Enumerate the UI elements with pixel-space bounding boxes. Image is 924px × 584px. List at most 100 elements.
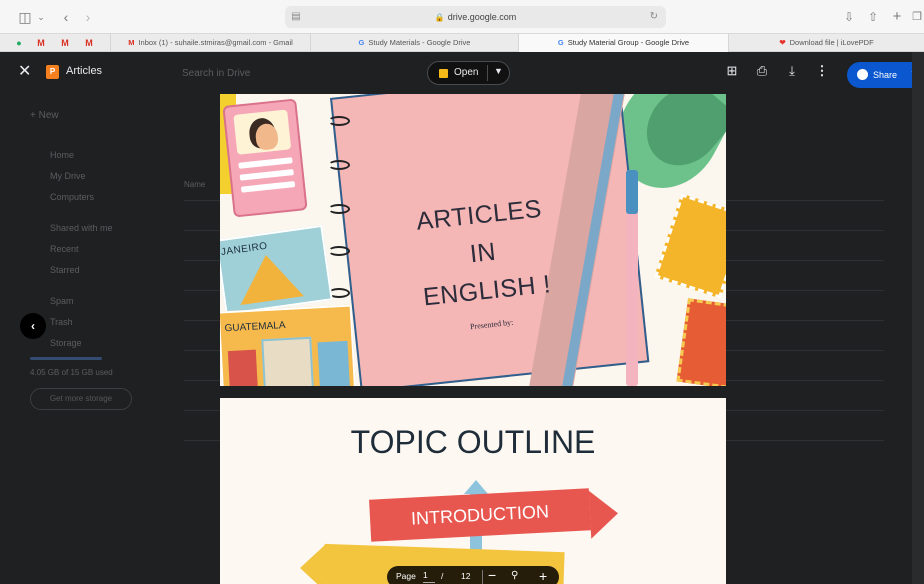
google-icon: G [358, 38, 365, 47]
page-separator: / [441, 571, 444, 581]
google-icon: G [557, 38, 564, 47]
tab-label: Study Material Group - Google Drive [567, 38, 690, 47]
download-icon[interactable]: ⤓ [784, 63, 800, 79]
lock-icon: 🔒 [434, 13, 445, 22]
spiral-ring [328, 246, 350, 256]
tab-label: Inbox (1) - suhaile.stmiras@gmail.com - … [138, 38, 293, 47]
print-icon[interactable]: ⎙ [754, 63, 770, 79]
share-sheet-icon[interactable]: ⇧ [866, 8, 880, 26]
tab-study-materials[interactable]: G Study Materials - Google Drive [310, 34, 518, 52]
divider [482, 570, 483, 584]
forward-icon[interactable]: › [82, 8, 94, 26]
new-label: New [38, 110, 59, 121]
new-tab-icon[interactable]: + [890, 8, 904, 26]
signpost-top [464, 480, 488, 494]
nav-home[interactable]: Home [50, 150, 74, 160]
mountain-illustration [234, 250, 304, 305]
more-options-icon[interactable]: ⋮ [814, 63, 830, 79]
divider [487, 65, 488, 81]
scroll-gutter [912, 52, 924, 584]
page-navigator: Page 1 / 12 − ⚲ + [387, 566, 559, 584]
passport-line [238, 157, 293, 169]
sign-introduction: INTRODUCTION [369, 488, 591, 542]
passport-illustration [222, 98, 308, 218]
chevron-down-icon[interactable]: ⌄ [36, 8, 46, 26]
sidebar-toggle-icon[interactable]: ◫ [18, 8, 32, 26]
tab-gmail[interactable]: M Inbox (1) - suhaile.stmiras@gmail.com -… [110, 34, 310, 52]
page-number-input[interactable]: 1 [423, 570, 435, 583]
tab-ilovepdf[interactable]: ❤ Download file | iLovePDF [728, 34, 924, 52]
slide-2: TOPIC OUTLINE INTRODUCTION [220, 398, 726, 584]
whatsapp-pinned-icon[interactable]: ● [12, 36, 26, 50]
passport-line [240, 181, 296, 193]
open-label: Open [454, 67, 479, 78]
zoom-in-icon[interactable]: + [539, 568, 547, 584]
pen-cap [626, 170, 638, 214]
open-with-button[interactable]: Open ▼ [427, 61, 510, 85]
slide-title: TOPIC OUTLINE [350, 424, 596, 460]
tab-label: Study Materials - Google Drive [368, 38, 471, 47]
nav-trash[interactable]: Trash [50, 317, 73, 327]
stamp-illustration [654, 193, 726, 299]
spiral-ring [328, 160, 350, 170]
passport-photo [233, 109, 292, 155]
browser-toolbar: ◫ ⌄ ‹ › ▤ 🔒 drive.google.com ↻ ⇩ ⇧ + ❐ [0, 0, 924, 34]
building-illustration [317, 340, 351, 386]
stamp-illustration [676, 298, 726, 386]
page-label: Page [396, 571, 416, 581]
nav-spam[interactable]: Spam [50, 296, 74, 306]
postcard-guatemala: GUATEMALA [220, 304, 357, 386]
gmail-pinned-icon[interactable]: M [58, 36, 72, 50]
nav-computers[interactable]: Computers [50, 192, 94, 202]
reader-icon[interactable]: ▤ [291, 6, 301, 28]
new-button[interactable]: + New [30, 110, 59, 121]
caret-down-icon[interactable]: ▼ [494, 66, 503, 76]
tab-study-material-group[interactable]: G Study Material Group - Google Drive [518, 34, 728, 52]
address-text: drive.google.com [447, 12, 517, 22]
passport-line [239, 169, 294, 181]
back-icon[interactable]: ‹ [60, 8, 72, 26]
get-storage-button[interactable]: Get more storage [30, 388, 132, 410]
postcard-janeiro: JANEIRO [220, 224, 333, 316]
share-label: Share [873, 70, 898, 80]
slide-title: ARTICLES IN ENGLISH ! [383, 186, 584, 319]
zoom-icon[interactable]: ⚲ [511, 570, 518, 581]
previous-file-button[interactable]: ‹ [20, 313, 46, 339]
name-column-header: Name [184, 180, 206, 189]
slides-file-icon: P [46, 65, 59, 79]
screen: ◫ ⌄ ‹ › ▤ 🔒 drive.google.com ↻ ⇩ ⇧ + ❐ ● … [0, 0, 924, 584]
nav-storage[interactable]: Storage [50, 338, 82, 348]
heart-icon: ❤ [779, 38, 786, 47]
gmail-pinned-icon[interactable]: M [34, 36, 48, 50]
storage-bar [30, 357, 102, 360]
nav-recent[interactable]: Recent [50, 244, 79, 254]
slide-1: JANEIRO GUATEMALA ARTICLES IN ENGLISH ! … [220, 94, 726, 386]
gmail-icon: M [128, 38, 135, 47]
pen-illustration [626, 170, 638, 386]
gmail-pinned-icon[interactable]: M [82, 36, 96, 50]
storage-text: 4.05 GB of 15 GB used [30, 368, 113, 377]
reload-icon[interactable]: ↻ [650, 6, 658, 28]
spiral-ring [328, 116, 350, 126]
building-illustration [261, 336, 315, 386]
sign-arrow-tip [588, 489, 620, 539]
tab-overview-icon[interactable]: ❐ [910, 8, 924, 26]
tab-label: Download file | iLovePDF [789, 38, 874, 47]
face-illustration [254, 122, 280, 151]
page-total: 12 [461, 571, 471, 581]
globe-icon [857, 69, 868, 80]
tab-bar: ● M M M M Inbox (1) - suhaile.stmiras@gma… [0, 34, 924, 52]
close-icon[interactable]: ✕ [18, 64, 34, 80]
building-illustration [227, 349, 259, 386]
postcard-label: GUATEMALA [224, 320, 286, 335]
nav-shared[interactable]: Shared with me [50, 223, 113, 233]
sign-arrow-tip [300, 544, 326, 584]
zoom-out-icon[interactable]: − [488, 567, 496, 583]
download-icon[interactable]: ⇩ [842, 8, 856, 26]
spiral-ring [328, 204, 350, 214]
nav-my-drive[interactable]: My Drive [50, 171, 86, 181]
google-slides-icon [439, 69, 448, 78]
address-bar[interactable]: ▤ 🔒 drive.google.com ↻ [285, 6, 666, 28]
nav-starred[interactable]: Starred [50, 265, 80, 275]
add-shortcut-icon[interactable]: ⊞ [724, 63, 740, 79]
